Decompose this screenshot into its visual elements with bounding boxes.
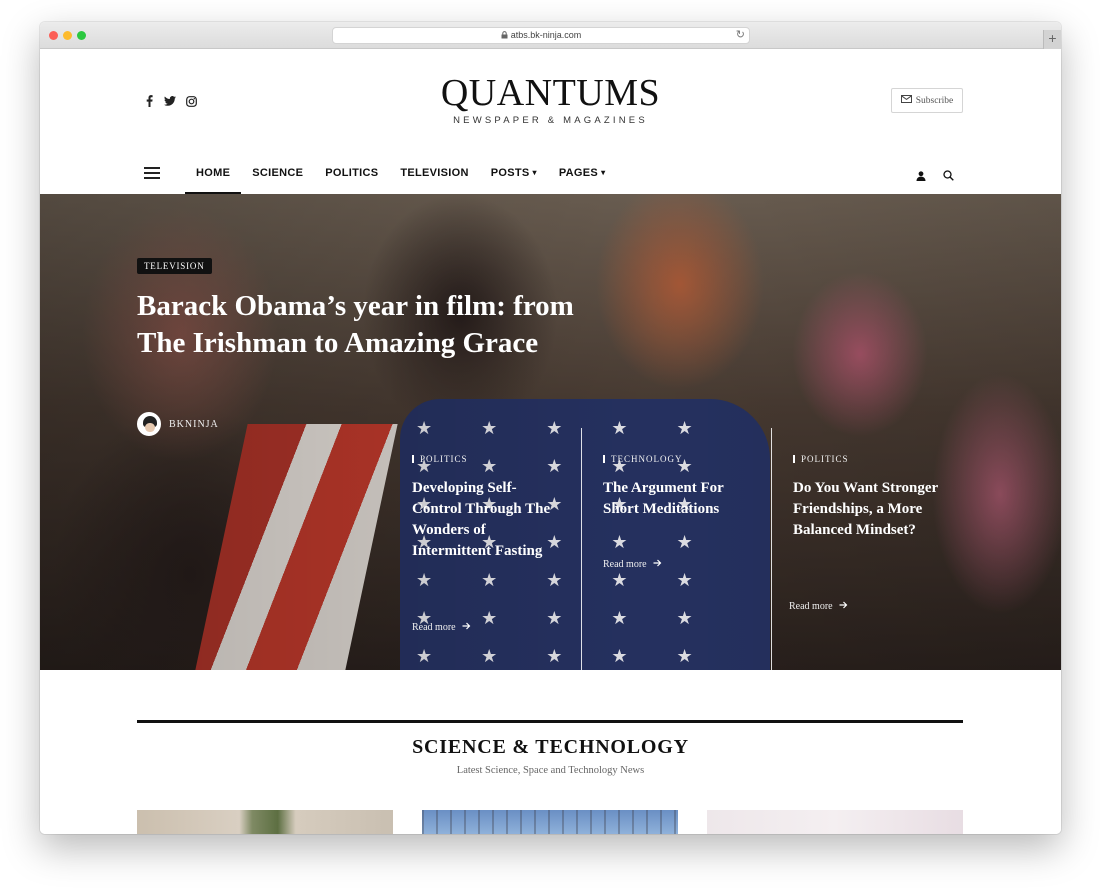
nav-item-television[interactable]: TELEVISION — [389, 159, 479, 194]
nav-item-label: PAGES — [558, 167, 599, 179]
mail-icon — [900, 95, 912, 106]
article-thumbnail[interactable] — [422, 810, 678, 834]
close-window-button[interactable] — [49, 31, 58, 40]
nav-item-label: SCIENCE — [252, 167, 304, 179]
url-text: atbs.bk-ninja.com — [510, 30, 582, 40]
section-subtitle: Latest Science, Space and Technology New… — [456, 765, 645, 776]
post-title[interactable]: The Argument For Short Meditations — [603, 478, 753, 520]
nav-item-science[interactable]: SCIENCE — [241, 159, 314, 194]
post-category[interactable]: POLITICS — [412, 454, 468, 464]
new-tab-button[interactable]: + — [1043, 30, 1061, 49]
post-category[interactable]: POLITICS — [793, 454, 849, 464]
address-bar[interactable]: atbs.bk-ninja.com ↻ — [332, 27, 750, 44]
menu-icon[interactable] — [144, 167, 160, 179]
main-navigation: HOME SCIENCE POLITICS TELEVISION POSTS ▾ … — [40, 159, 1061, 194]
nav-item-label: TELEVISION — [400, 167, 469, 179]
subscribe-button[interactable]: Subscribe — [891, 88, 963, 113]
chevron-down-icon: ▾ — [601, 168, 606, 177]
featured-post-card[interactable]: POLITICS Developing Self-Control Through… — [381, 428, 571, 670]
subscribe-label: Subscribe — [915, 95, 954, 106]
arrow-right-icon — [653, 559, 662, 570]
browser-window: atbs.bk-ninja.com ↻ + QUANTUMS NEWSPAPER… — [40, 22, 1061, 834]
read-more-link[interactable]: Read more — [412, 622, 471, 633]
section-title[interactable]: SCIENCE & TECHNOLOGY — [40, 736, 1061, 759]
arrow-right-icon — [462, 622, 471, 633]
nav-item-label: POSTS — [490, 167, 530, 179]
hero-title[interactable]: Barack Obama’s year in film: from The Ir… — [137, 288, 617, 362]
post-category[interactable]: TECHNOLOGY — [603, 454, 683, 464]
featured-post-card[interactable]: POLITICS Do You Want Stronger Friendship… — [771, 428, 961, 670]
lock-icon — [501, 29, 508, 44]
reload-icon[interactable]: ↻ — [736, 29, 745, 42]
science-technology-section: SCIENCE & TECHNOLOGY Latest Science, Spa… — [40, 670, 1061, 834]
section-divider — [137, 720, 963, 723]
logo-tagline: NEWSPAPER & MAGAZINES — [453, 115, 648, 126]
author-name: BKNINJA — [169, 418, 219, 430]
hero-category-badge[interactable]: TELEVISION — [137, 258, 212, 274]
post-title[interactable]: Do You Want Stronger Friendships, a More… — [793, 478, 943, 541]
chevron-down-icon: ▾ — [532, 168, 537, 177]
site-header: QUANTUMS NEWSPAPER & MAGAZINES Subscribe — [40, 49, 1061, 169]
minimize-window-button[interactable] — [63, 31, 72, 40]
nav-item-home[interactable]: HOME — [185, 159, 242, 194]
nav-item-posts[interactable]: POSTS ▾ — [480, 159, 548, 194]
search-icon[interactable] — [943, 168, 954, 186]
hero-author[interactable]: BKNINJA — [137, 412, 219, 436]
article-thumbnail[interactable] — [137, 810, 393, 834]
nav-menu: HOME SCIENCE POLITICS TELEVISION POSTS ▾ … — [185, 159, 616, 194]
read-more-label: Read more — [412, 622, 456, 633]
avatar — [137, 412, 161, 436]
read-more-label: Read more — [789, 601, 833, 612]
user-icon[interactable] — [916, 168, 926, 186]
hero-section: ★ ★ ★ ★ ★ ★ ★ ★ ★ ★ ★ ★ ★ ★ ★ ★ ★ ★ ★ ★ … — [40, 194, 1061, 670]
arrow-right-icon — [839, 601, 848, 612]
read-more-label: Read more — [603, 559, 647, 570]
maximize-window-button[interactable] — [77, 31, 86, 40]
post-title[interactable]: Developing Self-Control Through The Wond… — [412, 478, 562, 562]
featured-post-card[interactable]: TECHNOLOGY The Argument For Short Medita… — [581, 428, 771, 670]
browser-toolbar: atbs.bk-ninja.com ↻ + — [40, 22, 1061, 49]
nav-item-politics[interactable]: POLITICS — [314, 159, 389, 194]
nav-item-label: HOME — [196, 167, 231, 179]
read-more-link[interactable]: Read more — [603, 559, 662, 570]
nav-item-label: POLITICS — [325, 167, 379, 179]
nav-item-pages[interactable]: PAGES ▾ — [548, 159, 617, 194]
article-thumbnail[interactable] — [707, 810, 963, 834]
read-more-link[interactable]: Read more — [789, 601, 848, 612]
